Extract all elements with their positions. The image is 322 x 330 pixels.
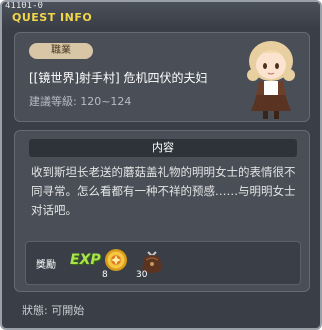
- recommended-level: 建議等級: 120~124: [29, 95, 132, 108]
- quest-info-window: 41101-0 QUEST INFO 職業 [[镜世界]射手村] 危机四伏的夫妇…: [0, 0, 322, 330]
- quest-description: 收到斯坦长老送的蘑菇盖礼物的明明女士的表情很不同寻常。怎么看都有一种不祥的预感……: [31, 165, 296, 217]
- content-panel: 内容 收到斯坦长老送的蘑菇盖礼物的明明女士的表情很不同寻常。怎么看都有一种不祥的…: [14, 130, 310, 292]
- exp-icon: EXP: [70, 252, 101, 268]
- reward-label: 獎勵: [36, 260, 56, 271]
- npc-portrait-icon: [247, 41, 295, 119]
- medal-count: 8: [102, 270, 108, 280]
- reward-box: 獎勵 EXP 8 30: [25, 241, 301, 285]
- content-heading-bar: 内容: [29, 139, 297, 157]
- job-badge: 職業: [29, 43, 93, 59]
- bag-count: 30: [136, 270, 148, 280]
- quest-status: 狀態: 可開始: [22, 304, 85, 317]
- quest-header-panel: 職業 [[镜世界]射手村] 危机四伏的夫妇 建議等級: 120~124: [14, 32, 310, 122]
- gold-medal-icon[interactable]: [104, 248, 128, 272]
- content-heading: 内容: [152, 141, 174, 154]
- quest-name: [[镜世界]射手村] 危机四伏的夫妇: [29, 71, 208, 85]
- quest-id: 41101-0: [5, 1, 43, 11]
- title-bar[interactable]: 41101-0 QUEST INFO: [2, 2, 320, 28]
- window-title: QUEST INFO: [12, 11, 93, 24]
